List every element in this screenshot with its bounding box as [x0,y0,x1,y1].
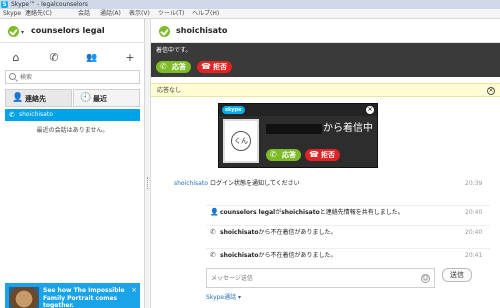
close-icon[interactable]: × [487,87,495,95]
message-time: 20:39 [465,180,483,187]
clock-icon: 🕘 [80,93,92,103]
message-text: ログイン状態を通知してください [210,180,300,187]
user-icon: 👤 [210,208,219,216]
popup-answer-label: 応答 [282,151,296,159]
empty-recent-message: 最近の会話はありません。 [36,127,109,134]
message-input[interactable] [211,273,411,283]
contact-status-icon: ✆ [9,111,15,119]
message-time: 20:41 [465,252,483,259]
decline-button[interactable]: ☎ 拒否 [197,61,232,73]
skype-call-dropdown[interactable]: Skype通話 ▾ [206,293,241,302]
menu-item-tools[interactable]: ツール(T) [158,9,184,19]
account-header[interactable]: ▾ counselors legal [0,19,145,43]
missed-call-icon: ✆ [210,228,216,236]
search-icon [9,73,16,80]
message-time: 20:40 [465,229,483,236]
skype-logo-icon: S [1,1,8,8]
left-panel: ▾ counselors legal ⌂ ✆ 👥 + 👤 連絡先 🕘 最近 ✆ … [0,19,145,308]
add-contact-icon[interactable]: + [121,49,139,67]
chat-message: ログイン状態を通知してください 20:39 [206,177,490,190]
contacts-tab-icon: 👤 [12,93,24,103]
phone-icon: ✆ [270,150,277,159]
popup-decline-label: 拒否 [321,151,335,159]
menu-item-call[interactable]: 通話(A) [100,9,121,19]
tab-recent[interactable]: 🕘 最近 [73,89,140,107]
incoming-call-bar: 着信中です。 ✆ 応答 ☎ 拒否 [151,43,500,77]
contact-list-item[interactable]: ✆ shoichisato [5,109,140,121]
message-composer[interactable]: ☺ [206,268,435,288]
avatar-drawing: くん [231,131,251,151]
send-button[interactable]: 送信 [442,268,472,282]
contact-tabs: 👤 連絡先 🕘 最近 [5,89,140,107]
no-answer-text: 応答なし [157,87,182,94]
popup-decline-button[interactable]: ☎ 拒否 [305,149,340,161]
hangup-icon: ☎ [201,62,211,71]
event-text: shoichisatoから不在着信がありました。 [220,229,337,236]
left-toolbar: ⌂ ✆ 👥 + [0,45,145,71]
answer-button[interactable]: ✆ 応答 [156,61,191,73]
promo-text[interactable]: See how The Impossible Family Portrait c… [43,287,125,308]
call-status-text: 着信中です。 [156,47,192,54]
phone-icon: ✆ [160,62,167,71]
tab-contacts-label: 連絡先 [25,95,46,103]
hangup-icon: ☎ [309,150,319,159]
tab-contacts[interactable]: 👤 連絡先 [5,89,72,107]
splitter-grip[interactable] [147,177,149,189]
promo-image [9,287,39,308]
promo-banner[interactable]: See how The Impossible Family Portrait c… [5,283,140,308]
search-box[interactable] [5,70,140,84]
close-icon[interactable]: × [366,106,374,114]
popup-titlebar: skype × [219,104,377,116]
online-status-icon [159,26,170,37]
menu-item-view[interactable]: 表示(V) [129,9,150,19]
missed-call-icon: ✆ [210,251,216,259]
menu-item-help[interactable]: ヘルプ(H) [192,9,219,19]
chat-sender: shoichisato [174,180,208,187]
message-time: 20:40 [465,209,483,216]
event-text: shoichisatoから不在着信がありました。 [220,252,337,259]
account-name: counselors legal [31,26,105,35]
avatar: くん [223,119,259,163]
decline-label: 拒否 [213,63,227,71]
incoming-call-text: から着信中 [323,123,373,134]
promo-close-icon[interactable]: × [130,286,138,294]
home-icon[interactable]: ⌂ [7,49,25,67]
create-group-icon[interactable]: 👥 [83,49,101,67]
chevron-down-icon[interactable]: ▾ [21,29,24,36]
answer-label: 応答 [172,63,186,71]
search-input[interactable] [20,72,135,82]
window-title: Skype™ - legalcounselors [11,1,88,8]
chat-event: 👤 counselors legalがshoichisatoと連絡先情報を共有し… [206,205,490,218]
redacted-caller-name [266,124,322,134]
conversation-header: shoichisato [151,19,500,43]
chat-event: ✆ shoichisatoから不在着信がありました。 20:40 [206,225,490,238]
emoticon-icon[interactable]: ☺ [421,274,430,283]
title-bar: S Skype™ - legalcounselors [0,0,500,9]
conversation-title: shoichisato [176,26,228,35]
popup-answer-button[interactable]: ✆ 応答 [266,149,301,161]
online-status-icon[interactable] [8,26,19,37]
skype-brand-icon: skype [222,106,245,114]
chat-event: ✆ shoichisatoから不在着信がありました。 20:41 [206,248,490,261]
incoming-call-popup: skype × くん から着信中 ✆ 応答 ☎ 拒否 [218,103,378,168]
menu-bar: Skype 連絡先(C) 会話 通話(A) 表示(V) ツール(T) ヘルプ(H… [0,9,500,19]
event-text: counselors legalがshoichisatoと連絡先情報を共有しまし… [220,209,404,216]
call-phone-icon[interactable]: ✆ [45,49,63,67]
tab-recent-label: 最近 [93,95,107,103]
contact-name: shoichisato [19,111,53,118]
menu-item-contacts[interactable]: 連絡先(C) [25,9,52,19]
menu-item-conversation[interactable]: 会話 [78,9,90,19]
menu-item-skype[interactable]: Skype [3,9,21,19]
no-answer-notice: 応答なし × [151,83,500,97]
